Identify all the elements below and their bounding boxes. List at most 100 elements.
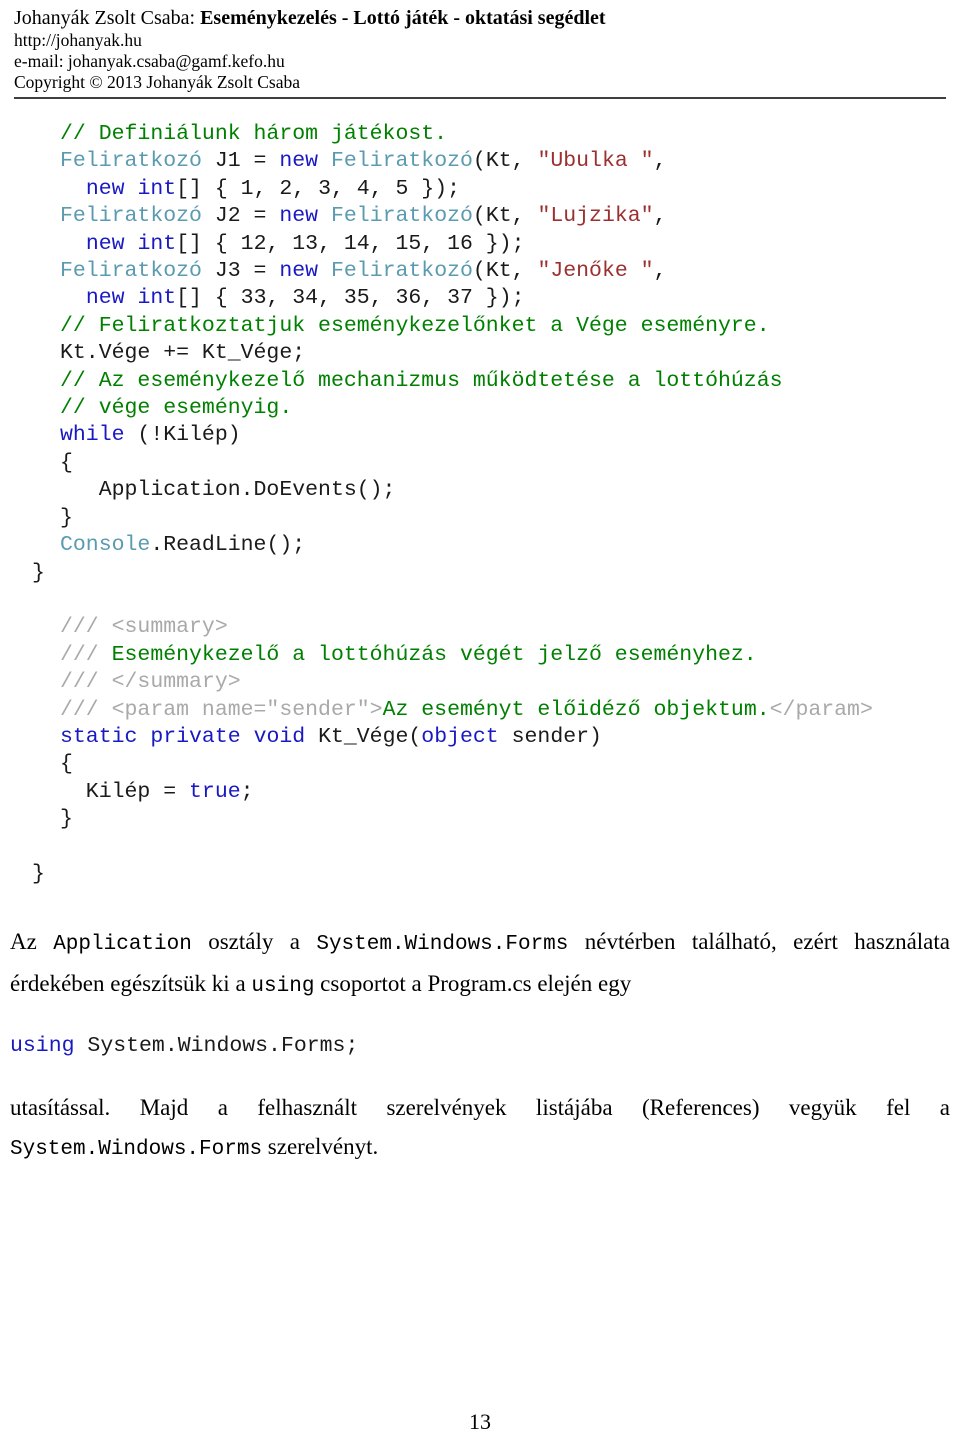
header-email[interactable]: e-mail: johanyak.csaba@gamf.kefo.hu bbox=[14, 51, 946, 72]
header-author: Johanyák Zsolt Csaba: bbox=[14, 7, 196, 29]
code-snippet-using: using System.Windows.Forms; bbox=[0, 1032, 960, 1060]
code-token-typ: Feliratkozó bbox=[330, 204, 473, 229]
code-line: // Definiálunk három játékost. bbox=[0, 121, 960, 148]
code-listing: // Definiálunk három játékost. Feliratkoz… bbox=[0, 99, 960, 888]
code-token-pln: , bbox=[653, 259, 667, 284]
paragraph-application-namespace: Az Application osztály a System.Windows.… bbox=[0, 922, 960, 1006]
code-token-typ: Feliratkozó bbox=[60, 149, 202, 174]
code-line: } bbox=[0, 505, 960, 532]
code-token-str: "Jenőke " bbox=[537, 259, 654, 284]
code-token-pln: } bbox=[60, 807, 73, 832]
header-title: Eseménykezelés - Lottó játék - oktatási … bbox=[200, 7, 606, 29]
code-token-xml: /// bbox=[60, 670, 112, 695]
code-token-pln: [] { 1, 2, 3, 4, 5 }); bbox=[176, 176, 461, 201]
inline-code: using bbox=[251, 975, 315, 999]
code-token-pln: .ReadLine(); bbox=[150, 533, 306, 558]
code-token-kw: using bbox=[10, 1034, 75, 1059]
code-line: while (!Kilép) bbox=[0, 422, 960, 449]
code-token-kw: private bbox=[150, 724, 241, 749]
code-token-pln: Kt_Vége( bbox=[305, 724, 422, 749]
code-token-pln: ; bbox=[240, 779, 254, 804]
code-line: { bbox=[0, 751, 960, 778]
inline-code: Application bbox=[53, 933, 192, 957]
code-token-typ: Console bbox=[60, 533, 151, 558]
page-number: 13 bbox=[469, 1409, 491, 1434]
paragraph-references: utasítással. Majd a felhasznált szerelvé… bbox=[0, 1088, 960, 1169]
code-line: // vége eseményig. bbox=[0, 395, 960, 422]
document-page: Johanyák Zsolt Csaba: Eseménykezelés - L… bbox=[0, 0, 960, 1453]
code-token-pln: { bbox=[60, 752, 73, 777]
prose-text: szerelvényt. bbox=[262, 1134, 379, 1160]
code-line: /// Eseménykezelő a lottóhúzás végét jel… bbox=[0, 642, 960, 669]
code-line: static private void Kt_Vége(object sende… bbox=[0, 724, 960, 751]
code-line: Feliratkozó J1 = new Feliratkozó(Kt, "Ub… bbox=[0, 148, 960, 175]
code-line: new int[] { 1, 2, 3, 4, 5 }); bbox=[0, 176, 960, 203]
code-token-kw: int bbox=[137, 176, 177, 201]
code-token-xml: /// bbox=[60, 615, 112, 640]
header-title-line: Johanyák Zsolt Csaba: Eseménykezelés - L… bbox=[14, 6, 946, 30]
code-line: /// <summary> bbox=[0, 614, 960, 641]
code-token-pln: System.Windows.Forms; bbox=[74, 1034, 359, 1059]
code-token-pln: J3 = bbox=[201, 259, 280, 284]
code-token-pln: J2 = bbox=[201, 204, 280, 229]
code-token-xml: <param name="sender"> bbox=[111, 697, 383, 722]
code-token-pln: [] { 33, 34, 35, 36, 37 }); bbox=[176, 286, 525, 311]
code-token-cmt: Az eseményt előidéző objektum. bbox=[382, 697, 770, 722]
inline-code: System.Windows.Forms bbox=[10, 1138, 263, 1162]
code-line: new int[] { 33, 34, 35, 36, 37 }); bbox=[0, 285, 960, 312]
code-token-pln: , bbox=[653, 149, 667, 174]
code-token-pln bbox=[318, 204, 331, 228]
inline-code: System.Windows.Forms bbox=[316, 933, 569, 957]
code-token-pln: } bbox=[60, 505, 73, 530]
code-token-pln: (Kt, bbox=[472, 204, 538, 229]
code-token-pln bbox=[318, 149, 331, 173]
code-token-str: "Ubulka " bbox=[537, 149, 654, 174]
code-token-cmt: Eseménykezelő a lottóhúzás végét jelző e… bbox=[111, 642, 757, 667]
code-line: } bbox=[0, 806, 960, 833]
code-token-pln bbox=[125, 286, 138, 310]
code-token-pln bbox=[241, 725, 254, 749]
code-token-kw: void bbox=[253, 724, 306, 749]
code-line: } bbox=[0, 560, 960, 587]
code-token-xml: </summary> bbox=[111, 670, 241, 695]
code-token-pln bbox=[125, 232, 138, 256]
code-token-pln bbox=[60, 177, 86, 201]
code-token-kw: new bbox=[279, 149, 319, 174]
code-line: new int[] { 12, 13, 14, 15, 16 }); bbox=[0, 231, 960, 258]
code-token-typ: Feliratkozó bbox=[330, 259, 473, 284]
code-token-pln: , bbox=[653, 204, 667, 229]
code-token-kw: while bbox=[60, 423, 125, 448]
code-token-pln: [] { 12, 13, 14, 15, 16 }); bbox=[176, 231, 525, 256]
code-token-pln: { bbox=[60, 450, 73, 475]
code-token-str: "Lujzika" bbox=[537, 204, 654, 229]
code-token-kw: true bbox=[189, 779, 241, 804]
code-token-kw: int bbox=[137, 286, 177, 311]
code-line: Application.DoEvents(); bbox=[0, 477, 960, 504]
code-token-kw: new bbox=[85, 231, 125, 256]
code-line: Feliratkozó J3 = new Feliratkozó(Kt, "Je… bbox=[0, 258, 960, 285]
header-url[interactable]: http://johanyak.hu bbox=[14, 30, 946, 51]
code-token-kw: new bbox=[279, 259, 319, 284]
code-token-xml: </param> bbox=[769, 697, 873, 722]
code-line: // Az eseménykezelő mechanizmus működtet… bbox=[0, 368, 960, 395]
code-token-pln: } bbox=[32, 560, 45, 585]
code-token-pln bbox=[318, 259, 331, 283]
code-token-kw: new bbox=[279, 204, 319, 229]
code-line: Kilép = true; bbox=[0, 779, 960, 806]
code-line: { bbox=[0, 450, 960, 477]
prose-text: utasítással. Majd a felhasznált szerelvé… bbox=[10, 1095, 950, 1121]
code-line: /// <param name="sender">Az eseményt elő… bbox=[0, 697, 960, 724]
prose-text: osztály a bbox=[191, 929, 317, 955]
code-token-pln bbox=[60, 232, 86, 256]
code-token-pln bbox=[125, 177, 138, 201]
code-token-cmt: // Az eseménykezelő mechanizmus működtet… bbox=[60, 368, 783, 393]
code-token-pln: Application.DoEvents(); bbox=[60, 478, 396, 503]
code-token-typ: Feliratkozó bbox=[60, 204, 202, 229]
code-token-xml: /// bbox=[60, 642, 112, 667]
code-token-cmt: // Definiálunk három játékost. bbox=[60, 122, 448, 146]
code-line: /// </summary> bbox=[0, 669, 960, 696]
code-token-pln: (Kt, bbox=[472, 259, 538, 284]
code-token-pln: (!Kilép) bbox=[124, 423, 241, 448]
code-token-kw: static bbox=[60, 724, 138, 749]
